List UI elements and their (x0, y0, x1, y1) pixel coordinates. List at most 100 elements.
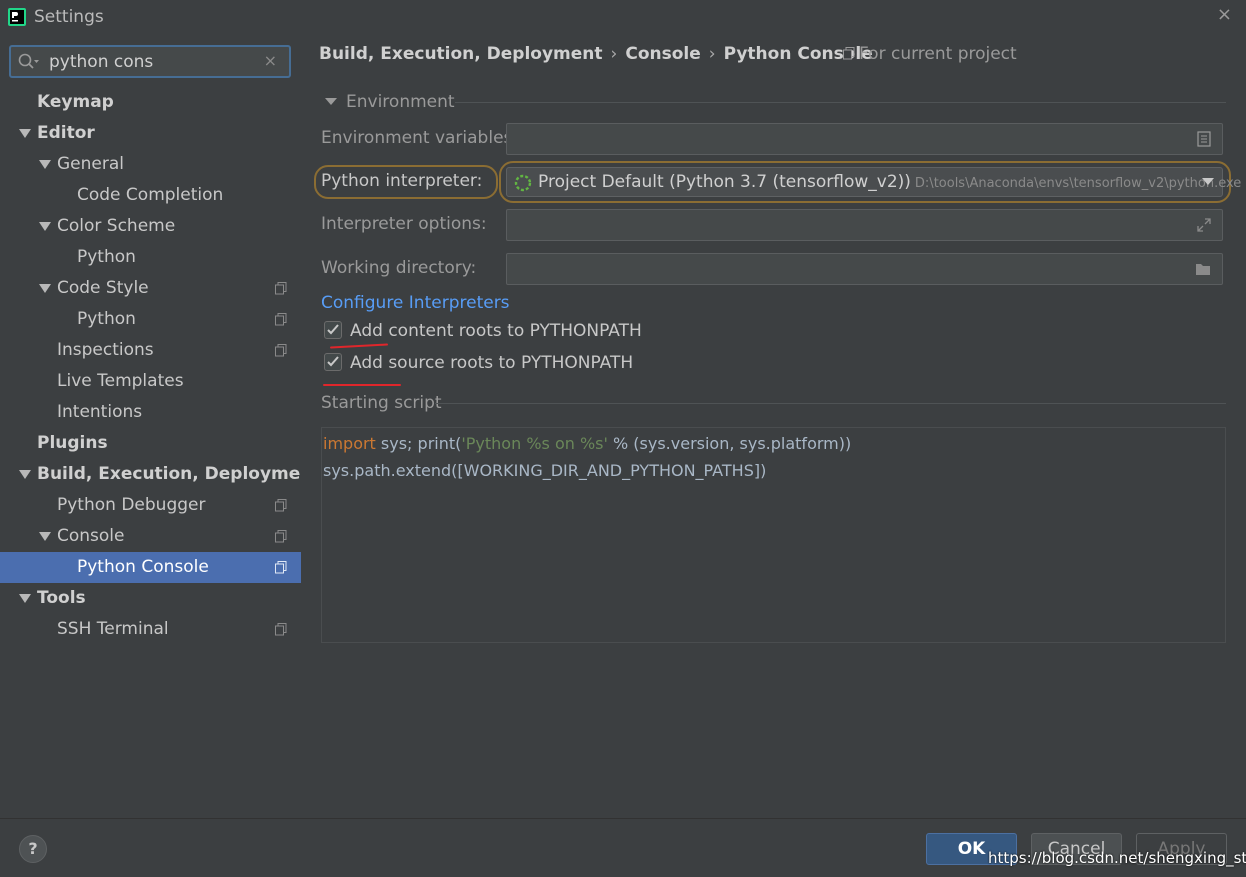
tree-item-python-debugger[interactable]: Python Debugger (0, 490, 301, 521)
project-level-icon (275, 561, 287, 574)
tree-item-python[interactable]: Python (0, 242, 301, 273)
search-value: python cons (49, 52, 154, 72)
python-interpreter-dropdown[interactable]: Project Default (Python 3.7 (tensorflow_… (506, 167, 1241, 197)
tree-item-python[interactable]: Python (0, 304, 301, 335)
python-interpreter-value: Project Default (Python 3.7 (tensorflow_… (538, 172, 911, 192)
clear-search-icon[interactable]: × (264, 51, 277, 70)
title-bar: Settings × (0, 0, 1246, 34)
breadcrumb-item[interactable]: Build, Execution, Deployment (319, 44, 603, 64)
tree-item-label: General (57, 154, 124, 174)
chevron-down-icon[interactable] (1202, 178, 1214, 186)
tree-item-label: Editor (37, 123, 95, 143)
tree-item-editor[interactable]: Editor (0, 118, 301, 149)
configure-interpreters-link[interactable]: Configure Interpreters (321, 293, 510, 313)
annotation-underline (329, 343, 389, 349)
search-icon[interactable] (17, 52, 39, 72)
python-console-settings-panel: Environment Environment variables: Pytho… (301, 68, 1246, 818)
tree-item-console[interactable]: Console (0, 521, 301, 552)
interpreter-options-label: Interpreter options: (321, 214, 487, 234)
starting-script-editor[interactable]: import sys; print('Python %s on %s' % (s… (321, 427, 1226, 643)
tree-item-color-scheme[interactable]: Color Scheme (0, 211, 301, 242)
tree-item-label: Code Style (57, 278, 149, 298)
tree-item-label: Color Scheme (57, 216, 176, 236)
window-title: Settings (34, 7, 104, 27)
tree-item-code-style[interactable]: Code Style (0, 273, 301, 304)
project-level-icon (275, 499, 287, 512)
tree-item-label: Code Completion (77, 185, 224, 205)
tree-item-plugins[interactable]: Plugins (0, 428, 301, 459)
annotation-underline (323, 384, 401, 386)
working-directory-field[interactable] (506, 253, 1223, 285)
expand-arrow-icon[interactable] (19, 594, 31, 604)
close-icon[interactable]: × (1217, 4, 1232, 25)
working-directory-label: Working directory: (321, 258, 477, 278)
help-button[interactable]: ? (19, 835, 47, 863)
tree-item-inspections[interactable]: Inspections (0, 335, 301, 366)
for-current-project-label: For current project (859, 44, 1017, 64)
checkbox-checked-icon[interactable] (324, 321, 342, 339)
tree-item-python-console[interactable]: Python Console (0, 552, 301, 583)
tree-item-build-execution-deployment[interactable]: Build, Execution, Deployment (0, 459, 321, 490)
expand-arrow-icon[interactable] (19, 129, 31, 139)
tree-item-label: Inspections (57, 340, 154, 360)
for-current-project-note: For current project (843, 44, 1017, 64)
project-level-icon (275, 623, 287, 636)
tree-item-label: Keymap (37, 92, 114, 112)
pycharm-logo-icon (8, 8, 26, 26)
settings-tree: Keymap Editor General Code Completion Color … (0, 87, 321, 645)
environment-section-title: Environment (346, 92, 455, 112)
tree-item-tools[interactable]: Tools (0, 583, 301, 614)
section-divider (455, 102, 1226, 103)
section-divider (435, 403, 1226, 404)
tree-item-ssh-terminal[interactable]: SSH Terminal (0, 614, 301, 645)
expand-arrow-icon[interactable] (19, 470, 31, 480)
project-level-icon (275, 530, 287, 543)
edit-list-icon[interactable] (1196, 131, 1212, 147)
python-interpreter-label: Python interpreter: (321, 171, 483, 191)
expand-arrow-icon[interactable] (39, 222, 51, 232)
breadcrumb: Build, Execution, Deployment › Console › Pyt… (319, 44, 873, 64)
python-interpreter-spinner-icon (514, 174, 532, 192)
environment-variables-label: Environment variables: (321, 128, 519, 148)
tree-item-keymap[interactable]: Keymap (0, 87, 301, 118)
tree-item-label: Python Debugger (57, 495, 206, 515)
tree-item-label: Tools (37, 588, 86, 608)
python-interpreter-path: D:\tools\Anaconda\envs\tensorflow_v2\pyt… (914, 176, 1242, 191)
breadcrumb-separator: › (708, 44, 716, 64)
collapse-arrow-icon[interactable] (325, 98, 337, 106)
add-source-roots-label: Add source roots to PYTHONPATH (350, 353, 634, 373)
dialog-footer: ? OK Cancel Apply https://blog.csdn.net/… (0, 818, 1246, 877)
tree-item-general[interactable]: General (0, 149, 301, 180)
tree-item-code-completion[interactable]: Code Completion (0, 180, 301, 211)
project-level-icon (275, 313, 287, 326)
add-content-roots-checkbox[interactable]: Add content roots to PYTHONPATH (324, 321, 642, 341)
add-content-roots-label: Add content roots to PYTHONPATH (350, 321, 642, 341)
script-string: 'Python %s on %s' (461, 434, 608, 453)
breadcrumb-item[interactable]: Console (625, 44, 700, 64)
search-input[interactable]: python cons × (9, 45, 291, 78)
interpreter-options-field[interactable] (506, 209, 1223, 241)
tree-item-live-templates[interactable]: Live Templates (0, 366, 301, 397)
watermark: https://blog.csdn.net/shengxing_stu (988, 849, 1246, 867)
tree-item-label: Python (77, 309, 136, 329)
breadcrumb-separator: › (610, 44, 618, 64)
tree-item-label: Plugins (37, 433, 108, 453)
environment-variables-field[interactable] (506, 123, 1223, 155)
tree-item-label: Python Console (77, 557, 209, 577)
tree-item-label: Intentions (57, 402, 143, 422)
settings-sidebar: python cons × Keymap Editor General Code Co… (0, 34, 321, 818)
script-code: sys; print( (375, 434, 462, 453)
tree-item-intentions[interactable]: Intentions (0, 397, 301, 428)
expand-arrow-icon[interactable] (39, 160, 51, 170)
expand-arrow-icon[interactable] (39, 284, 51, 294)
add-source-roots-checkbox[interactable]: Add source roots to PYTHONPATH (324, 353, 633, 373)
expand-icon[interactable] (1196, 217, 1212, 233)
project-level-icon (275, 344, 287, 357)
script-code: % (sys.version, sys.platform)) (607, 434, 852, 453)
checkbox-checked-icon[interactable] (324, 353, 342, 371)
starting-script-section-title: Starting script (321, 393, 442, 413)
folder-icon[interactable] (1194, 261, 1212, 277)
expand-arrow-icon[interactable] (39, 532, 51, 542)
tree-item-label: Build, Execution, Deployment (37, 464, 321, 484)
tree-item-label: SSH Terminal (57, 619, 169, 639)
